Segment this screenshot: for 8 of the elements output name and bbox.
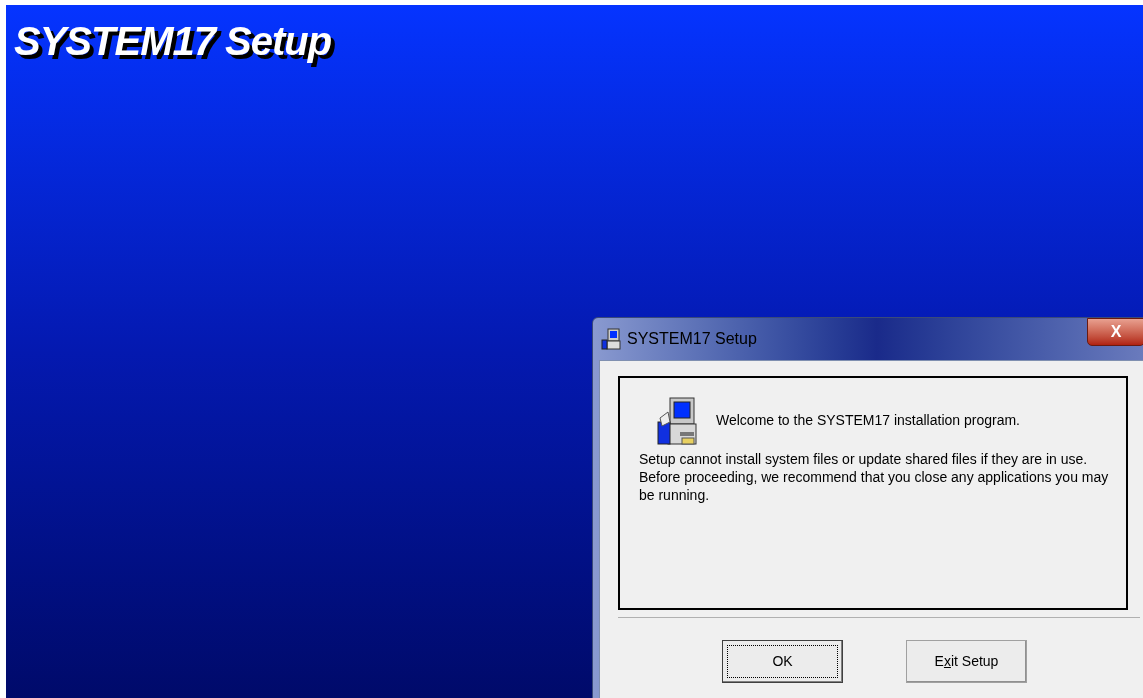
setup-banner-title: SYSTEM17 Setup [14, 18, 332, 65]
ok-button[interactable]: OK [722, 640, 843, 683]
app-icon [601, 328, 621, 350]
window-title: SYSTEM17 Setup [627, 329, 757, 349]
computer-setup-icon [656, 396, 700, 446]
exit-setup-button[interactable]: Exit Setup [906, 640, 1027, 683]
warning-message: Setup cannot install system files or update shared files if they are in use. Before proceeding, we recommend that you close any applications you may be running. [639, 450, 1110, 504]
welcome-text: Welcome to the SYSTEM17 installation program. [716, 411, 1020, 430]
